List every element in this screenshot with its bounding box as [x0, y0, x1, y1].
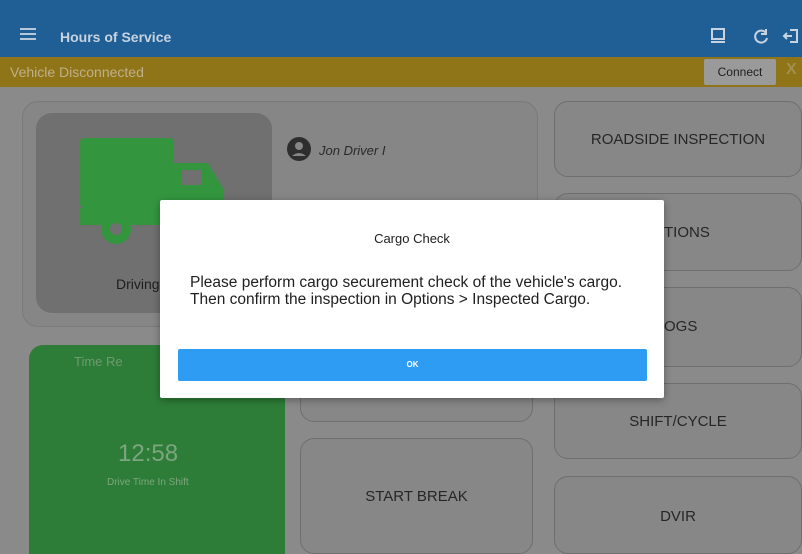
options-button-label: TIONS — [664, 224, 710, 241]
dialog-title: Cargo Check — [374, 231, 450, 246]
menu-icon[interactable] — [20, 28, 36, 40]
connect-button[interactable]: Connect — [704, 59, 776, 85]
logs-button-label: OGS — [664, 318, 698, 335]
dialog-message: Please perform cargo securement check of… — [190, 274, 623, 308]
app-title: Hours of Service — [60, 29, 172, 45]
start-break-button[interactable]: START BREAK — [300, 438, 533, 554]
ok-button[interactable]: OK — [178, 349, 647, 381]
duty-status-label: Driving — [116, 276, 160, 292]
drive-time-caption: Drive Time In Shift — [107, 477, 189, 488]
banner-close-button[interactable]: X — [786, 61, 797, 79]
driver-name: Jon Driver I — [319, 143, 386, 158]
logout-icon[interactable] — [782, 27, 800, 45]
cargo-check-dialog: Cargo Check Please perform cargo securem… — [160, 200, 664, 398]
roadside-inspection-button[interactable]: ROADSIDE INSPECTION — [554, 101, 802, 177]
time-remaining-label: Time Re — [74, 354, 123, 369]
account-icon — [287, 137, 311, 161]
banner-text: Vehicle Disconnected — [10, 64, 144, 80]
hos-document-icon[interactable] — [709, 27, 727, 45]
refresh-icon[interactable] — [752, 27, 770, 45]
drive-time-clock: 12:58 — [118, 440, 179, 467]
dvir-button[interactable]: DVIR — [554, 476, 802, 554]
app-bar: Hours of Service — [0, 0, 802, 57]
vehicle-status-banner: Vehicle Disconnected — [0, 57, 802, 87]
